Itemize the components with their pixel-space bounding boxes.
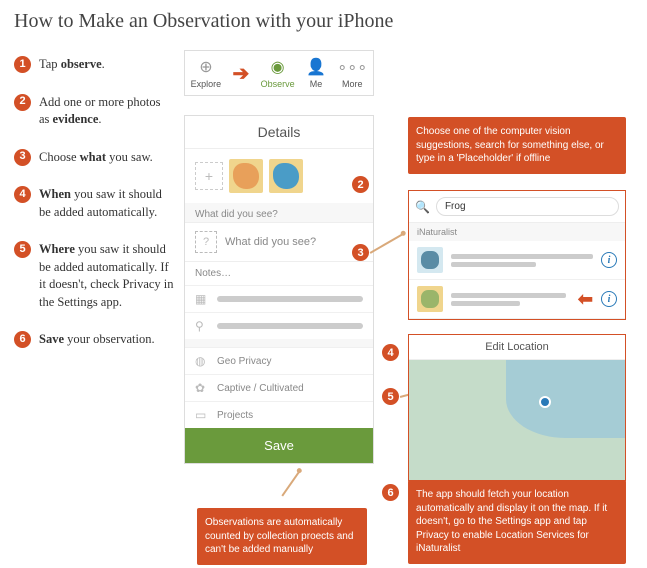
date-row[interactable]: ▦ <box>185 285 373 312</box>
projects-row[interactable]: ▭Projects <box>185 401 373 428</box>
search-result[interactable]: ⬅ i <box>409 280 625 319</box>
arrow-left-icon: ⬅ <box>578 289 593 310</box>
tip-location: The app should fetch your location autom… <box>408 480 626 564</box>
tab-me[interactable]: 👤Me <box>306 57 326 89</box>
callout-2: 2 <box>352 176 369 193</box>
location-row[interactable]: ⚲ <box>185 312 373 339</box>
search-input[interactable] <box>436 197 619 216</box>
step-number: 3 <box>14 149 31 166</box>
geo-privacy-row[interactable]: ◍Geo Privacy <box>185 347 373 374</box>
leader-line <box>281 471 299 496</box>
location-pin-icon <box>539 396 551 408</box>
person-icon: 👤 <box>306 57 326 77</box>
tab-more[interactable]: ∘∘∘More <box>337 57 367 89</box>
step-number: 6 <box>14 331 31 348</box>
captive-row[interactable]: ✿Captive / Cultivated <box>185 374 373 401</box>
tab-explore[interactable]: ⊕Explore <box>191 57 222 89</box>
info-icon[interactable]: i <box>601 252 617 268</box>
what-did-you-see-row[interactable]: ? What did you see? <box>185 222 373 262</box>
step-item: 1 Tap observe. <box>14 56 174 74</box>
steps-list: 1 Tap observe. 2 Add one or more photos as … <box>14 56 174 369</box>
leader-line <box>370 233 404 253</box>
map-canvas[interactable] <box>409 360 625 480</box>
folder-icon: ▭ <box>195 408 209 422</box>
search-result[interactable]: i <box>409 241 625 280</box>
photo-thumbnail[interactable] <box>269 159 303 193</box>
page-title: How to Make an Observation with your iPh… <box>0 0 647 43</box>
search-bar: 🔍 <box>409 191 625 223</box>
map-header: Edit Location <box>409 335 625 360</box>
step-text: Choose what you saw. <box>39 149 153 167</box>
add-photo-button[interactable]: + <box>195 162 223 190</box>
step-number: 4 <box>14 186 31 203</box>
more-icon: ∘∘∘ <box>337 57 367 77</box>
calendar-icon: ▦ <box>195 292 209 306</box>
callout-3: 3 <box>352 244 369 261</box>
callout-5: 5 <box>382 388 399 405</box>
save-button[interactable]: Save <box>185 428 373 463</box>
callout-6: 6 <box>382 484 399 501</box>
step-text: When you saw it should be added automati… <box>39 186 174 221</box>
tip-projects: Observations are automatically counted b… <box>197 508 367 565</box>
step-text: Save your observation. <box>39 331 155 349</box>
details-panel: Details + What did you see? ? What did y… <box>184 115 374 464</box>
map-panel: Edit Location <box>408 334 626 481</box>
what-placeholder: What did you see? <box>225 236 316 248</box>
photo-thumbnail[interactable] <box>229 159 263 193</box>
notes-label: Notes… <box>185 262 373 285</box>
search-panel: 🔍 iNaturalist i ⬅ i <box>408 190 626 320</box>
step-number: 5 <box>14 241 31 258</box>
leaf-icon: ✿ <box>195 381 209 395</box>
info-icon[interactable]: i <box>601 291 617 307</box>
tab-bar: ⊕Explore ➔ ◉Observe 👤Me ∘∘∘More <box>184 50 374 96</box>
step-item: 6 Save your observation. <box>14 331 174 349</box>
arrow-right-icon: ➔ <box>233 61 250 86</box>
photo-row: + <box>185 149 373 203</box>
step-item: 5 Where you saw it should be added automa… <box>14 241 174 311</box>
globe-icon: ◍ <box>195 354 209 368</box>
step-text: Where you saw it should be added automat… <box>39 241 174 311</box>
result-thumbnail <box>417 247 443 273</box>
camera-icon: ◉ <box>271 57 285 77</box>
question-icon: ? <box>195 231 217 253</box>
callout-4: 4 <box>382 344 399 361</box>
result-thumbnail <box>417 286 443 312</box>
what-section-label: What did you see? <box>185 203 373 222</box>
globe-icon: ⊕ <box>199 57 212 77</box>
search-icon: 🔍 <box>415 200 430 214</box>
step-item: 2 Add one or more photos as evidence. <box>14 94 174 129</box>
step-text: Add one or more photos as evidence. <box>39 94 174 129</box>
step-item: 3 Choose what you saw. <box>14 149 174 167</box>
search-source-header: iNaturalist <box>409 223 625 241</box>
step-text: Tap observe. <box>39 56 105 74</box>
step-number: 1 <box>14 56 31 73</box>
pin-icon: ⚲ <box>195 319 209 333</box>
step-item: 4 When you saw it should be added automat… <box>14 186 174 221</box>
tab-observe[interactable]: ◉Observe <box>261 57 295 89</box>
tip-computer-vision: Choose one of the computer vision sugges… <box>408 117 626 174</box>
details-header: Details <box>185 116 373 149</box>
step-number: 2 <box>14 94 31 111</box>
